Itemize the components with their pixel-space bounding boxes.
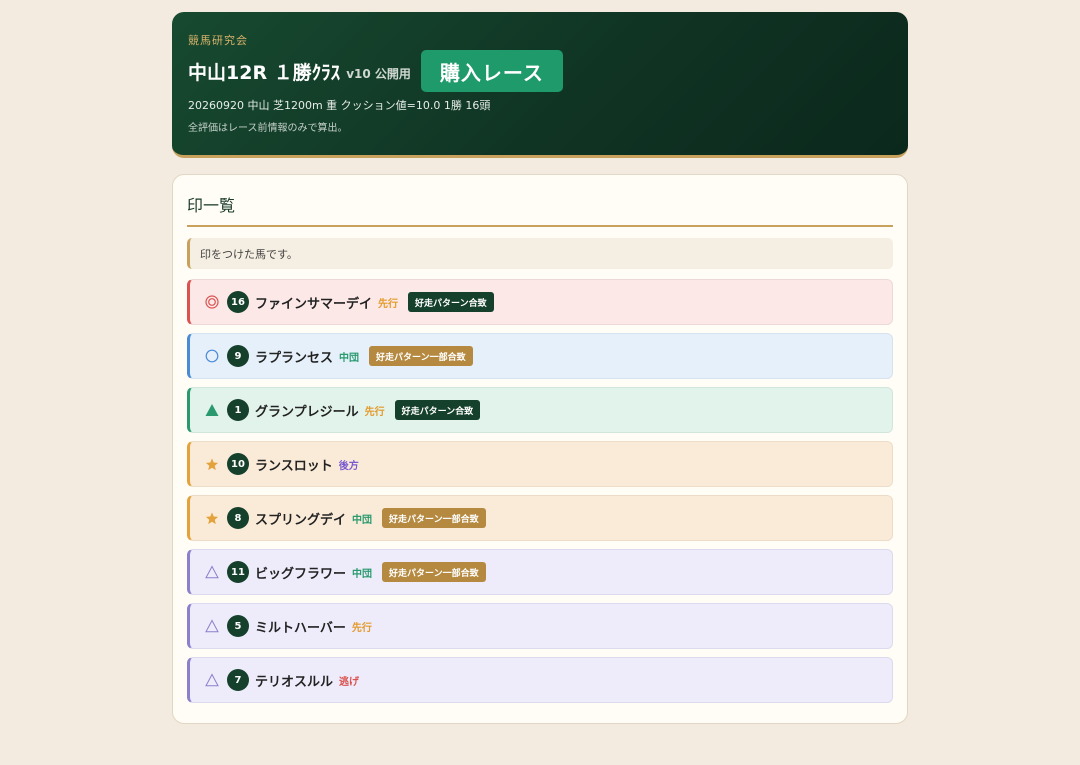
version-label: v10 公開用 bbox=[346, 66, 411, 81]
horse-name: ファインサマーデイ bbox=[255, 296, 373, 312]
buy-race-badge: 購入レース bbox=[420, 50, 563, 92]
info-box: 印をつけた馬です。 bbox=[187, 238, 893, 269]
evaluation-note: 全評価はレース前情報のみで算出。 bbox=[188, 123, 348, 134]
horse-name: グランプレジール bbox=[255, 404, 359, 420]
card-title: 印一覧 bbox=[187, 189, 893, 227]
star-icon bbox=[205, 457, 219, 471]
running-style: 先行 bbox=[364, 406, 385, 418]
race-meta: 20260920 中山 芝1200m 重 クッション値=10.0 1勝 16頭 bbox=[188, 99, 491, 112]
pattern-badge: 好走パターン一部合致 bbox=[382, 508, 486, 528]
triangle-outline-icon bbox=[205, 619, 219, 633]
list-item: 7 テリオスルル 逃げ bbox=[187, 657, 893, 703]
list-item: 1 グランプレジール 先行 好走パターン合致 bbox=[187, 387, 893, 433]
marks-card: 印一覧 印をつけた馬です。 16 ファインサマーデイ 先行 好走パターン合致 9… bbox=[172, 174, 908, 724]
star-icon bbox=[205, 511, 219, 525]
horse-number: 16 bbox=[227, 291, 249, 313]
race-title: 中山12R １勝ｸﾗｽ bbox=[188, 61, 341, 84]
horse-name: ランスロット bbox=[255, 458, 333, 474]
running-style: 中団 bbox=[352, 514, 373, 526]
running-style: 中団 bbox=[339, 352, 360, 364]
horse-name: ミルトハーバー bbox=[255, 620, 346, 636]
horse-number: 11 bbox=[227, 561, 249, 583]
circle-icon bbox=[205, 349, 219, 363]
running-style: 中団 bbox=[352, 568, 373, 580]
marks-list: 16 ファインサマーデイ 先行 好走パターン合致 9 ラプランセス 中団 好走パ… bbox=[187, 279, 893, 703]
list-item: 9 ラプランセス 中団 好走パターン一部合致 bbox=[187, 333, 893, 379]
horse-number: 1 bbox=[227, 399, 249, 421]
horse-name: テリオスルル bbox=[255, 674, 334, 690]
triangle-outline-icon bbox=[205, 673, 219, 687]
horse-number: 10 bbox=[227, 453, 249, 475]
running-style: 先行 bbox=[351, 622, 372, 634]
list-item: 10 ランスロット 後方 bbox=[187, 441, 893, 487]
horse-name: スプリングデイ bbox=[255, 512, 347, 528]
list-item: 5 ミルトハーバー 先行 bbox=[187, 603, 893, 649]
list-item: 11 ビッグフラワー 中団 好走パターン一部合致 bbox=[187, 549, 893, 595]
triangle-outline-icon bbox=[205, 565, 219, 579]
pattern-badge: 好走パターン一部合致 bbox=[382, 562, 486, 582]
pattern-badge: 好走パターン一部合致 bbox=[369, 346, 473, 366]
list-item: 8 スプリングデイ 中団 好走パターン一部合致 bbox=[187, 495, 893, 541]
double-circle-icon bbox=[205, 295, 219, 309]
race-header: 競馬研究会 中山12R １勝ｸﾗｽ v10 公開用 購入レース 20260920… bbox=[172, 12, 908, 158]
pattern-badge: 好走パターン合致 bbox=[394, 400, 481, 420]
horse-name: ラプランセス bbox=[255, 350, 334, 366]
list-item: 16 ファインサマーデイ 先行 好走パターン合致 bbox=[187, 279, 893, 325]
page-container: 競馬研究会 中山12R １勝ｸﾗｽ v10 公開用 購入レース 20260920… bbox=[172, 12, 908, 724]
horse-number: 7 bbox=[227, 669, 249, 691]
org-name: 競馬研究会 bbox=[188, 34, 248, 47]
running-style: 後方 bbox=[338, 460, 359, 472]
horse-number: 5 bbox=[227, 615, 249, 637]
pattern-badge: 好走パターン合致 bbox=[408, 292, 494, 312]
triangle-filled-icon bbox=[205, 403, 219, 417]
horse-number: 8 bbox=[227, 507, 249, 529]
title-row: 中山12R １勝ｸﾗｽ v10 公開用 購入レース bbox=[188, 50, 892, 92]
horse-number: 9 bbox=[227, 345, 249, 367]
running-style: 先行 bbox=[378, 298, 399, 310]
horse-name: ビッグフラワー bbox=[255, 566, 347, 582]
running-style: 逃げ bbox=[339, 676, 360, 688]
